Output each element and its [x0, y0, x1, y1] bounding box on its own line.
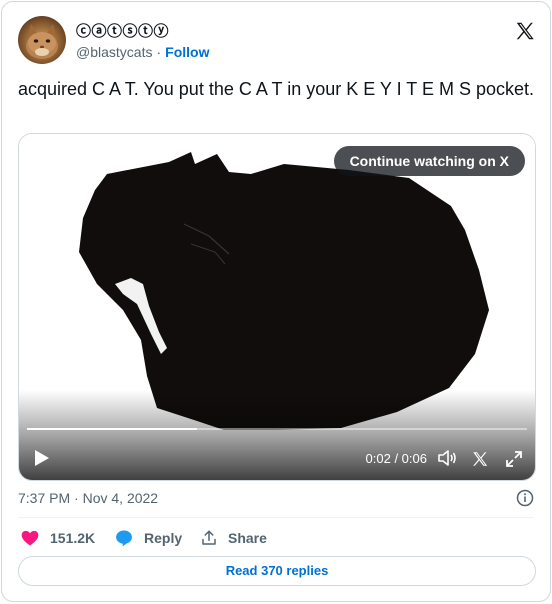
- separator-dot: ·: [74, 490, 79, 506]
- video-controls-overlay: [19, 390, 535, 480]
- video-player[interactable]: Continue watching on X 0:02 / 0:06: [18, 133, 536, 481]
- play-icon[interactable]: [33, 448, 51, 468]
- author-subline: @blastycats · Follow: [76, 44, 209, 60]
- divider: [18, 517, 534, 518]
- tweet-date[interactable]: Nov 4, 2022: [83, 490, 159, 506]
- tweet-card: ⓒⓐⓣⓢⓣⓨ @blastycats · Follow acquired C A T…: [1, 1, 551, 602]
- reply-label: Reply: [144, 530, 183, 546]
- volume-icon[interactable]: [437, 448, 457, 468]
- avatar[interactable]: [18, 16, 66, 64]
- tweet-actions: 151.2K Reply Share: [18, 526, 538, 550]
- author-handle[interactable]: @blastycats: [76, 44, 152, 60]
- video-time-display: 0:02 / 0:06: [365, 451, 427, 466]
- share-button[interactable]: Share: [200, 526, 267, 550]
- reply-bubble-icon: [116, 530, 132, 547]
- expand-icon[interactable]: [505, 450, 523, 468]
- like-count: 151.2K: [50, 530, 96, 546]
- reply-button[interactable]: Reply: [114, 526, 182, 550]
- follow-link[interactable]: Follow: [165, 44, 209, 60]
- video-progress-fill: [27, 428, 197, 430]
- video-progress-bar[interactable]: [27, 428, 527, 430]
- author-display-name[interactable]: ⓒⓐⓣⓢⓣⓨ: [76, 20, 169, 41]
- info-icon[interactable]: [516, 489, 534, 507]
- cat-avatar-icon: [26, 24, 58, 59]
- read-replies-button[interactable]: Read 370 replies: [18, 556, 536, 586]
- tweet-time[interactable]: 7:37 PM: [18, 490, 70, 506]
- tweet-text: acquired C A T. You put the C A T in you…: [18, 79, 534, 99]
- share-label: Share: [228, 530, 267, 546]
- tweet-timestamp: 7:37 PM · Nov 4, 2022: [18, 490, 158, 506]
- separator-dot: ·: [156, 44, 162, 60]
- heart-icon: [21, 530, 39, 546]
- tweet-header: ⓒⓐⓣⓢⓣⓨ @blastycats · Follow: [18, 16, 536, 66]
- share-icon: [202, 530, 216, 545]
- x-logo-small-icon[interactable]: [471, 450, 489, 468]
- like-button[interactable]: 151.2K: [20, 526, 95, 550]
- continue-watching-button[interactable]: Continue watching on X: [333, 146, 525, 176]
- x-logo-icon[interactable]: [514, 20, 536, 42]
